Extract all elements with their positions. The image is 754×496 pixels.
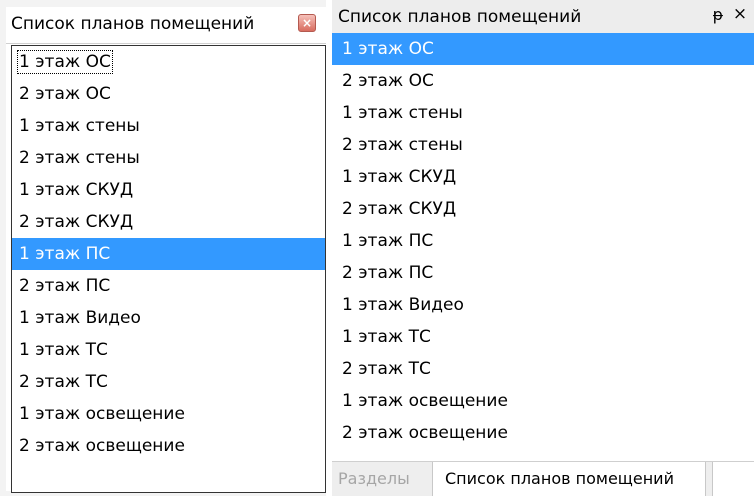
right-item-label: 1 этаж ТС: [342, 327, 431, 347]
right-item[interactable]: 1 этаж освещение: [332, 385, 754, 417]
left-item[interactable]: 1 этаж Видео: [12, 302, 325, 334]
left-panel-title: Список планов помещений: [11, 14, 255, 34]
left-item-label: 1 этаж стены: [19, 116, 140, 136]
right-item[interactable]: 2 этаж освещение: [332, 417, 754, 449]
left-item[interactable]: 2 этаж СКУД: [12, 206, 325, 238]
left-panel-header: Список планов помещений ×: [6, 7, 326, 44]
right-item[interactable]: 2 этаж стены: [332, 129, 754, 161]
left-item-label: 1 этаж освещение: [19, 404, 185, 424]
left-item-label: 2 этаж ПС: [19, 276, 111, 296]
right-item[interactable]: 1 этаж ОС: [332, 33, 754, 65]
right-panel-title: Список планов помещений: [338, 7, 582, 27]
close-icon[interactable]: ×: [732, 4, 748, 24]
right-item[interactable]: 1 этаж Видео: [332, 289, 754, 321]
left-item[interactable]: 2 этаж ТС: [12, 366, 325, 398]
right-panel: Список планов помещений ᵽ × 1 этаж ОС 2 э…: [332, 0, 754, 496]
left-item-label: 2 этаж ТС: [19, 372, 108, 392]
right-item-label: 2 этаж ПС: [342, 263, 434, 283]
right-item-label: 1 этаж освещение: [342, 391, 508, 411]
left-item-label: 1 этаж ОС: [17, 50, 113, 74]
right-item[interactable]: 1 этаж стены: [332, 97, 754, 129]
left-item-label: 1 этаж Видео: [19, 308, 141, 328]
left-item-label: 1 этаж ТС: [19, 340, 108, 360]
right-item-label: 2 этаж ОС: [342, 71, 434, 91]
right-item-label: 2 этаж освещение: [342, 423, 508, 443]
left-item[interactable]: 2 этаж ОС: [12, 78, 325, 110]
right-item-label: 2 этаж СКУД: [342, 199, 457, 219]
left-item-label: 2 этаж СКУД: [19, 212, 134, 232]
left-item[interactable]: 2 этаж ПС: [12, 270, 325, 302]
left-item[interactable]: 2 этаж освещение: [12, 430, 325, 462]
left-item[interactable]: 1 этаж ПС: [12, 238, 325, 270]
left-item-label: 2 этаж стены: [19, 148, 140, 168]
right-item[interactable]: 2 этаж ПС: [332, 257, 754, 289]
right-item-label: 2 этаж ТС: [342, 359, 431, 379]
right-item[interactable]: 1 этаж СКУД: [332, 161, 754, 193]
left-room-plan-list[interactable]: 1 этаж ОС 2 этаж ОС 1 этаж стены 2 этаж сте…: [11, 45, 326, 493]
left-item-label: 2 этаж ОС: [19, 84, 111, 104]
close-icon[interactable]: ×: [298, 14, 316, 32]
tab-room-plans[interactable]: Список планов помещений: [432, 462, 706, 496]
right-panel-header: Список планов помещений ᵽ ×: [332, 0, 754, 37]
right-item[interactable]: 2 этаж ОС: [332, 65, 754, 97]
left-item[interactable]: 1 этаж СКУД: [12, 174, 325, 206]
left-item-label: 1 этаж СКУД: [19, 180, 134, 200]
right-item[interactable]: 1 этаж ПС: [332, 225, 754, 257]
right-item-label: 1 этаж Видео: [342, 295, 464, 315]
tab-strip: Разделы Список планов помещений: [332, 461, 754, 496]
pin-icon[interactable]: ᵽ: [710, 5, 726, 25]
left-panel: Список планов помещений × 1 этаж ОС 2 эта…: [6, 7, 326, 493]
left-item[interactable]: 2 этаж стены: [12, 142, 325, 174]
right-item[interactable]: 1 этаж ТС: [332, 321, 754, 353]
left-item-label: 1 этаж ПС: [19, 244, 111, 264]
right-item[interactable]: 2 этаж ТС: [332, 353, 754, 385]
right-item-label: 1 этаж ОС: [342, 39, 434, 59]
tab-extra[interactable]: [712, 462, 754, 496]
left-item[interactable]: 1 этаж ОС: [12, 46, 325, 78]
tab-sections[interactable]: Разделы: [332, 462, 432, 496]
right-room-plan-list[interactable]: 1 этаж ОС 2 этаж ОС 1 этаж стены 2 этаж сте…: [332, 33, 754, 453]
right-item-label: 1 этаж стены: [342, 103, 463, 123]
right-item-label: 1 этаж СКУД: [342, 167, 457, 187]
left-item[interactable]: 1 этаж освещение: [12, 398, 325, 430]
left-item[interactable]: 1 этаж стены: [12, 110, 325, 142]
left-item[interactable]: 1 этаж ТС: [12, 334, 325, 366]
right-item[interactable]: 2 этаж СКУД: [332, 193, 754, 225]
right-item-label: 2 этаж стены: [342, 135, 463, 155]
left-item-label: 2 этаж освещение: [19, 436, 185, 456]
app-window: Список планов помещений × 1 этаж ОС 2 эта…: [0, 0, 754, 496]
right-item-label: 1 этаж ПС: [342, 231, 434, 251]
